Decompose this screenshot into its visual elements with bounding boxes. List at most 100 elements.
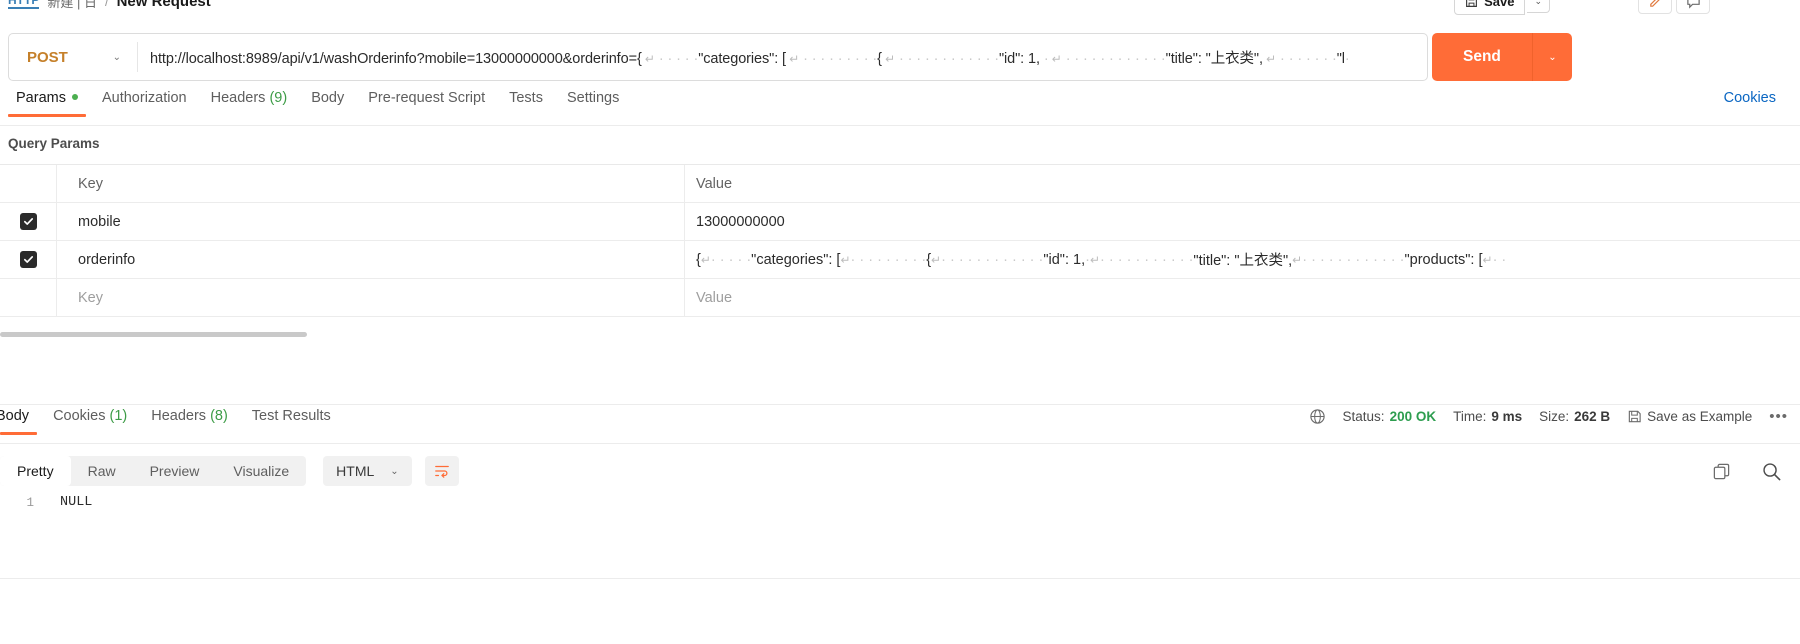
status-label: Status: (1342, 409, 1385, 424)
value-seg-4: "title": "上衣类", (1193, 253, 1293, 269)
tab-pre-request-script[interactable]: Pre-request Script (356, 90, 497, 117)
url-text-title: "title": "上衣类", (1165, 50, 1263, 67)
tab-headers[interactable]: Headers (9) (199, 90, 300, 117)
response-format-value: HTML (336, 463, 375, 479)
table-row: mobile 13000000000 (0, 203, 1800, 241)
tab-body[interactable]: Body (299, 90, 356, 117)
size-value: 262 B (1574, 409, 1611, 424)
url-input-container[interactable]: POST ⌄ http://localhost:8989/api/v1/wash… (8, 33, 1428, 81)
tab-test-results[interactable]: Test Results (240, 408, 343, 435)
tab-response-headers[interactable]: Headers (8) (139, 408, 240, 435)
request-url-row: POST ⌄ http://localhost:8989/api/v1/wash… (8, 33, 1428, 81)
more-options-icon[interactable]: ••• (1769, 408, 1788, 425)
tab-response-cookies[interactable]: Cookies (1) (41, 408, 139, 435)
response-tabs: Body Cookies (1) Headers (8) Test Result… (0, 408, 1800, 444)
pencil-icon[interactable] (1638, 0, 1672, 14)
query-params-table: Key Value mobile 13000000000 orderinfo {… (0, 164, 1800, 317)
tab-headers-count: (9) (269, 90, 288, 106)
tab-authorization[interactable]: Authorization (90, 90, 199, 117)
chevron-down-icon: ⌄ (112, 51, 121, 63)
tab-params-label: Params (16, 90, 66, 106)
row-checkbox-cell[interactable] (0, 279, 57, 316)
comment-icon[interactable] (1676, 0, 1710, 14)
checkbox-checked-icon[interactable] (19, 251, 37, 268)
copy-icon[interactable] (1712, 462, 1731, 481)
save-button[interactable]: Save (1454, 0, 1526, 15)
param-value-input-empty[interactable]: Value (685, 279, 1800, 316)
param-value-input[interactable]: { ↵ · · · · · "categories": [ ↵ · · · · ·… (685, 241, 1800, 278)
param-key-input[interactable]: mobile (57, 203, 685, 240)
time-metric: Time: 9 ms (1453, 409, 1522, 424)
http-method-select[interactable]: POST ⌄ (9, 34, 137, 80)
tab-settings[interactable]: Settings (555, 90, 631, 117)
status-value: 200 OK (1389, 409, 1437, 424)
tab-response-headers-count: (8) (210, 408, 228, 424)
row-checkbox-cell[interactable] (0, 203, 57, 240)
response-body-area: 1 NULL (0, 492, 1800, 582)
save-button-label: Save (1484, 0, 1515, 9)
viewer-mode-preview[interactable]: Preview (133, 456, 217, 486)
query-params-title: Query Params (8, 136, 100, 151)
row-checkbox-cell[interactable] (0, 241, 57, 278)
url-input[interactable]: http://localhost:8989/api/v1/washOrderin… (138, 47, 1427, 68)
save-icon (1627, 409, 1642, 424)
size-metric: Size: 262 B (1539, 409, 1610, 424)
params-modified-dot-icon (71, 94, 78, 100)
save-as-example-label: Save as Example (1647, 409, 1753, 424)
http-logo-icon: HTTP (8, 0, 40, 9)
send-options-button[interactable]: ⌄ (1531, 33, 1572, 81)
line-content: NULL (60, 495, 93, 510)
http-method-value: POST (27, 48, 68, 66)
viewer-mode-group: Pretty Raw Preview Visualize (0, 456, 307, 486)
param-key-input[interactable]: orderinfo (57, 241, 685, 278)
tab-response-cookies-label: Cookies (53, 408, 106, 424)
newline-glyph: ↵ (641, 51, 655, 66)
tab-response-body[interactable]: Body (0, 408, 41, 435)
scrollbar-thumb[interactable] (0, 332, 307, 337)
send-button-group: Send ⌄ (1432, 33, 1572, 81)
header-key: Key (57, 165, 685, 202)
send-button[interactable]: Send (1432, 33, 1532, 81)
value-seg-3: "id": 1, (1043, 251, 1086, 268)
response-format-select[interactable]: HTML ⌄ (323, 456, 412, 486)
breadcrumb-separator: / (104, 0, 109, 9)
tab-tests[interactable]: Tests (497, 90, 555, 117)
status-badge: Status: 200 OK (1343, 409, 1437, 424)
params-horizontal-scrollbar[interactable] (0, 332, 1800, 339)
response-viewer-toolbar: Pretty Raw Preview Visualize HTML ⌄ (0, 452, 1800, 490)
breadcrumb-collection[interactable]: 新建 | 日 (47, 0, 97, 11)
save-button-group[interactable]: Save ⌄ (1454, 0, 1550, 15)
header-value: Value (696, 175, 733, 192)
search-icon[interactable] (1761, 461, 1782, 482)
tab-response-cookies-count: (1) (109, 408, 128, 424)
table-row: Key Value (0, 279, 1800, 317)
save-icon (1466, 0, 1478, 7)
cookies-link[interactable]: Cookies (1724, 90, 1776, 106)
size-label: Size: (1539, 409, 1570, 424)
value-seg-5: "products": [ (1404, 251, 1483, 268)
table-header-row: Key Value (0, 165, 1800, 203)
time-label: Time: (1453, 409, 1487, 424)
url-text-id: "id": 1, (998, 50, 1040, 67)
bottom-divider (0, 578, 1800, 579)
tab-params[interactable]: Params (4, 90, 90, 117)
save-as-example-button[interactable]: Save as Example (1627, 409, 1752, 424)
viewer-mode-raw[interactable]: Raw (71, 456, 133, 486)
wrap-lines-icon[interactable] (424, 456, 459, 486)
viewer-mode-pretty[interactable]: Pretty (0, 456, 71, 486)
page-title: New Request (116, 0, 211, 10)
response-divider (0, 404, 1800, 405)
url-text-categories: "categories": [ (698, 50, 786, 67)
globe-icon[interactable] (1309, 408, 1326, 425)
header-icon-group (1638, 0, 1710, 14)
viewer-right-actions (1712, 452, 1782, 490)
table-row: orderinfo { ↵ · · · · · "categories": [ ↵… (0, 241, 1800, 279)
param-key-input-empty[interactable]: Key (57, 279, 685, 316)
url-text-tail: "l (1336, 50, 1345, 67)
param-value-input[interactable]: 13000000000 (685, 203, 1800, 240)
header-checkbox-cell (0, 165, 57, 202)
viewer-mode-visualize[interactable]: Visualize (216, 456, 306, 486)
save-dropdown-button[interactable]: ⌄ (1527, 0, 1550, 13)
value-seg-1: "categories": [ (751, 251, 841, 268)
checkbox-checked-icon[interactable] (19, 213, 37, 230)
